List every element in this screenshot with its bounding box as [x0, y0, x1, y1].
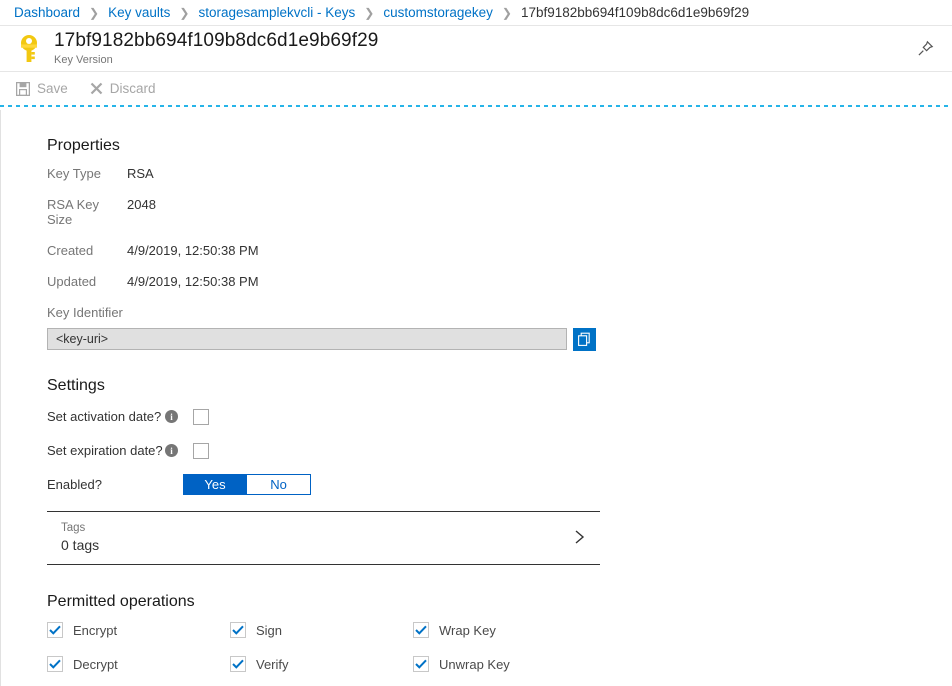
expiration-date-checkbox[interactable] — [193, 443, 209, 459]
property-value: 4/9/2019, 12:50:38 PM — [127, 274, 259, 289]
operation-label: Unwrap Key — [439, 657, 510, 672]
enabled-toggle-yes[interactable]: Yes — [183, 474, 247, 495]
property-label: Updated — [47, 274, 127, 289]
breadcrumb-item-dashboard[interactable]: Dashboard — [14, 5, 80, 20]
property-row-updated: Updated 4/9/2019, 12:50:38 PM — [47, 274, 952, 289]
chevron-right-icon — [573, 527, 586, 550]
breadcrumb-separator: ❯ — [179, 6, 189, 20]
enabled-label: Enabled? — [47, 477, 165, 492]
checkbox-checked-icon — [413, 656, 429, 672]
discard-label: Discard — [110, 81, 156, 96]
key-identifier-input[interactable]: <key-uri> — [47, 328, 567, 350]
operation-label: Sign — [256, 623, 282, 638]
checkbox-checked-icon — [47, 622, 63, 638]
property-label: Key Type — [47, 166, 127, 181]
permitted-operations-heading: Permitted operations — [47, 593, 952, 611]
page-header: 17bf9182bb694f109b8dc6d1e9b69f29 Key Ver… — [0, 26, 952, 72]
breadcrumb-separator: ❯ — [89, 6, 99, 20]
operation-decrypt[interactable]: Decrypt — [47, 656, 230, 672]
copy-icon[interactable] — [573, 328, 596, 351]
tags-section[interactable]: Tags 0 tags — [47, 511, 600, 565]
property-value: 2048 — [127, 197, 156, 212]
breadcrumb-separator: ❯ — [364, 6, 374, 20]
property-row-created: Created 4/9/2019, 12:50:38 PM — [47, 243, 952, 258]
checkbox-checked-icon — [413, 622, 429, 638]
property-label: RSA Key Size — [47, 197, 127, 227]
save-icon — [16, 82, 30, 96]
operation-label: Decrypt — [73, 657, 118, 672]
breadcrumb-item-key-vaults[interactable]: Key vaults — [108, 5, 170, 20]
setting-row-expiration-date: Set expiration date? i — [47, 440, 952, 461]
operation-label: Wrap Key — [439, 623, 496, 638]
property-row-key-type: Key Type RSA — [47, 166, 952, 181]
key-identifier-label: Key Identifier — [47, 305, 952, 320]
save-button[interactable]: Save — [16, 81, 68, 96]
setting-row-enabled: Enabled? Yes No — [47, 474, 952, 495]
breadcrumb: Dashboard ❯ Key vaults ❯ storagesamplekv… — [0, 0, 952, 26]
enabled-toggle-no[interactable]: No — [247, 474, 311, 495]
activation-date-checkbox[interactable] — [193, 409, 209, 425]
operation-wrap-key[interactable]: Wrap Key — [413, 622, 596, 638]
page-title: 17bf9182bb694f109b8dc6d1e9b69f29 — [54, 31, 378, 52]
property-value: RSA — [127, 166, 154, 181]
operation-sign[interactable]: Sign — [230, 622, 413, 638]
close-icon — [90, 82, 103, 95]
operation-label: Verify — [256, 657, 289, 672]
discard-button[interactable]: Discard — [90, 81, 156, 96]
key-identifier-row: <key-uri> — [47, 328, 952, 351]
breadcrumb-item-vault-keys[interactable]: storagesamplekvcli - Keys — [198, 5, 355, 20]
properties-heading: Properties — [47, 137, 952, 155]
breadcrumb-item-customstoragekey[interactable]: customstoragekey — [383, 5, 493, 20]
operation-encrypt[interactable]: Encrypt — [47, 622, 230, 638]
left-rail — [0, 110, 1, 686]
info-icon[interactable]: i — [165, 444, 178, 457]
property-label: Created — [47, 243, 127, 258]
checkbox-checked-icon — [230, 656, 246, 672]
pin-icon[interactable] — [914, 38, 936, 60]
operation-unwrap-key[interactable]: Unwrap Key — [413, 656, 596, 672]
key-icon — [16, 34, 42, 64]
settings-heading: Settings — [47, 377, 952, 395]
operation-verify[interactable]: Verify — [230, 656, 413, 672]
main-content: Properties Key Type RSA RSA Key Size 204… — [0, 107, 952, 672]
tags-title: Tags — [61, 521, 99, 537]
enabled-toggle: Yes No — [183, 474, 311, 495]
activation-date-label: Set activation date? — [47, 409, 165, 424]
expiration-date-label: Set expiration date? — [47, 443, 165, 458]
checkbox-checked-icon — [230, 622, 246, 638]
property-value: 4/9/2019, 12:50:38 PM — [127, 243, 259, 258]
command-bar: Save Discard — [0, 72, 952, 105]
breadcrumb-separator: ❯ — [502, 6, 512, 20]
permitted-operations-grid: Encrypt Sign Wrap Key D — [47, 622, 952, 672]
operation-label: Encrypt — [73, 623, 117, 638]
setting-row-activation-date: Set activation date? i — [47, 406, 952, 427]
tags-count: 0 tags — [61, 536, 99, 555]
property-row-key-size: RSA Key Size 2048 — [47, 197, 952, 227]
page-subtitle: Key Version — [54, 54, 378, 66]
save-label: Save — [37, 81, 68, 96]
breadcrumb-item-current: 17bf9182bb694f109b8dc6d1e9b69f29 — [521, 5, 749, 20]
checkbox-checked-icon — [47, 656, 63, 672]
info-icon[interactable]: i — [165, 410, 178, 423]
